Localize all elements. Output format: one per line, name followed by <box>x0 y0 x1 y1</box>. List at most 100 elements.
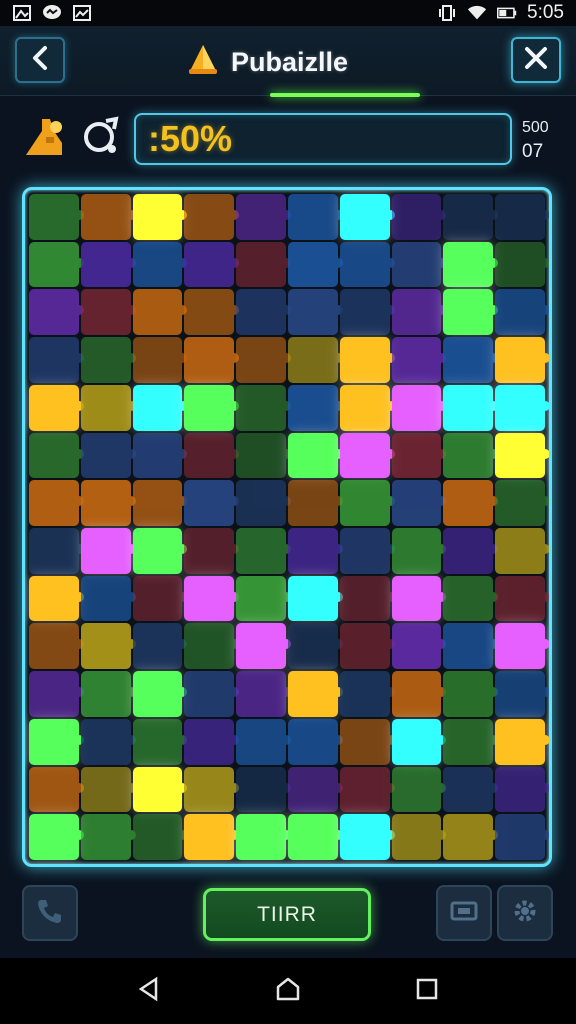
puzzle-piece[interactable] <box>391 766 447 813</box>
puzzle-piece[interactable] <box>29 766 84 813</box>
puzzle-piece[interactable] <box>443 671 498 717</box>
puzzle-piece[interactable] <box>495 575 549 622</box>
puzzle-piece[interactable] <box>236 480 291 526</box>
puzzle-board[interactable] <box>22 187 552 867</box>
puzzle-piece[interactable] <box>184 432 239 479</box>
puzzle-piece[interactable] <box>184 575 239 622</box>
puzzle-piece[interactable] <box>132 289 188 336</box>
puzzle-piece[interactable] <box>443 528 498 574</box>
puzzle-piece[interactable] <box>132 718 188 765</box>
puzzle-piece[interactable] <box>287 575 343 622</box>
puzzle-piece[interactable] <box>236 623 291 670</box>
puzzle-piece[interactable] <box>339 384 395 431</box>
recents-nav-button[interactable] <box>407 971 447 1011</box>
puzzle-piece[interactable] <box>80 241 136 288</box>
puzzle-piece[interactable] <box>236 718 291 765</box>
puzzle-piece[interactable] <box>80 384 136 431</box>
back-nav-button[interactable] <box>129 971 169 1011</box>
puzzle-piece[interactable] <box>339 671 395 717</box>
puzzle-piece[interactable] <box>287 289 343 336</box>
puzzle-piece[interactable] <box>29 718 84 765</box>
puzzle-piece[interactable] <box>184 384 239 431</box>
puzzle-piece[interactable] <box>339 432 395 479</box>
puzzle-piece[interactable] <box>132 528 188 574</box>
puzzle-piece[interactable] <box>80 766 136 813</box>
puzzle-piece[interactable] <box>443 194 498 240</box>
puzzle-piece[interactable] <box>132 432 188 479</box>
puzzle-piece[interactable] <box>29 814 84 860</box>
puzzle-piece[interactable] <box>236 575 291 622</box>
puzzle-piece[interactable] <box>287 384 343 431</box>
puzzle-piece[interactable] <box>339 814 395 860</box>
puzzle-piece[interactable] <box>495 384 549 431</box>
puzzle-piece[interactable] <box>236 384 291 431</box>
puzzle-piece[interactable] <box>132 766 188 813</box>
main-action-button[interactable]: TIIRR <box>203 888 371 941</box>
puzzle-piece[interactable] <box>495 528 549 574</box>
puzzle-piece[interactable] <box>80 432 136 479</box>
puzzle-piece[interactable] <box>391 480 447 526</box>
puzzle-piece[interactable] <box>287 528 343 574</box>
puzzle-piece[interactable] <box>184 337 239 383</box>
shuffle-icon[interactable] <box>76 113 122 163</box>
puzzle-piece[interactable] <box>443 814 498 860</box>
puzzle-piece[interactable] <box>287 814 343 860</box>
puzzle-piece[interactable] <box>184 766 239 813</box>
puzzle-piece[interactable] <box>29 575 84 622</box>
puzzle-piece[interactable] <box>495 766 549 813</box>
puzzle-piece[interactable] <box>391 575 447 622</box>
puzzle-piece[interactable] <box>391 528 447 574</box>
puzzle-piece[interactable] <box>391 814 447 860</box>
puzzle-piece[interactable] <box>29 480 84 526</box>
puzzle-piece[interactable] <box>29 432 84 479</box>
phone-button[interactable] <box>22 885 78 941</box>
puzzle-piece[interactable] <box>132 384 188 431</box>
puzzle-piece[interactable] <box>236 528 291 574</box>
puzzle-piece[interactable] <box>236 671 291 717</box>
puzzle-piece[interactable] <box>80 718 136 765</box>
puzzle-piece[interactable] <box>339 623 395 670</box>
puzzle-piece[interactable] <box>29 241 84 288</box>
puzzle-piece[interactable] <box>443 432 498 479</box>
puzzle-piece[interactable] <box>495 289 549 336</box>
puzzle-piece[interactable] <box>80 814 136 860</box>
puzzle-piece[interactable] <box>443 623 498 670</box>
puzzle-piece[interactable] <box>80 623 136 670</box>
puzzle-piece[interactable] <box>236 432 291 479</box>
puzzle-piece[interactable] <box>443 289 498 336</box>
puzzle-piece[interactable] <box>29 289 84 336</box>
puzzle-piece[interactable] <box>391 241 447 288</box>
puzzle-piece[interactable] <box>184 241 239 288</box>
home-nav-button[interactable] <box>268 971 308 1011</box>
puzzle-piece[interactable] <box>29 337 84 383</box>
puzzle-piece[interactable] <box>443 575 498 622</box>
puzzle-piece[interactable] <box>287 241 343 288</box>
puzzle-piece[interactable] <box>80 194 136 240</box>
puzzle-piece[interactable] <box>80 480 136 526</box>
puzzle-piece[interactable] <box>339 528 395 574</box>
puzzle-piece[interactable] <box>132 814 188 860</box>
puzzle-piece[interactable] <box>339 241 395 288</box>
puzzle-piece[interactable] <box>184 814 239 860</box>
puzzle-piece[interactable] <box>29 384 84 431</box>
hint-icon[interactable] <box>22 113 70 163</box>
puzzle-piece[interactable] <box>287 480 343 526</box>
puzzle-piece[interactable] <box>29 671 84 717</box>
puzzle-piece[interactable] <box>495 432 549 479</box>
puzzle-piece[interactable] <box>80 528 136 574</box>
puzzle-piece[interactable] <box>443 337 498 383</box>
puzzle-piece[interactable] <box>443 766 498 813</box>
puzzle-piece[interactable] <box>236 194 291 240</box>
puzzle-piece[interactable] <box>132 337 188 383</box>
puzzle-piece[interactable] <box>391 718 447 765</box>
puzzle-piece[interactable] <box>391 384 447 431</box>
puzzle-piece[interactable] <box>339 575 395 622</box>
puzzle-piece[interactable] <box>287 718 343 765</box>
puzzle-piece[interactable] <box>391 432 447 479</box>
puzzle-piece[interactable] <box>391 337 447 383</box>
settings-button[interactable] <box>497 885 553 941</box>
puzzle-piece[interactable] <box>287 432 343 479</box>
puzzle-piece[interactable] <box>339 718 395 765</box>
puzzle-piece[interactable] <box>132 671 188 717</box>
puzzle-piece[interactable] <box>287 671 343 717</box>
